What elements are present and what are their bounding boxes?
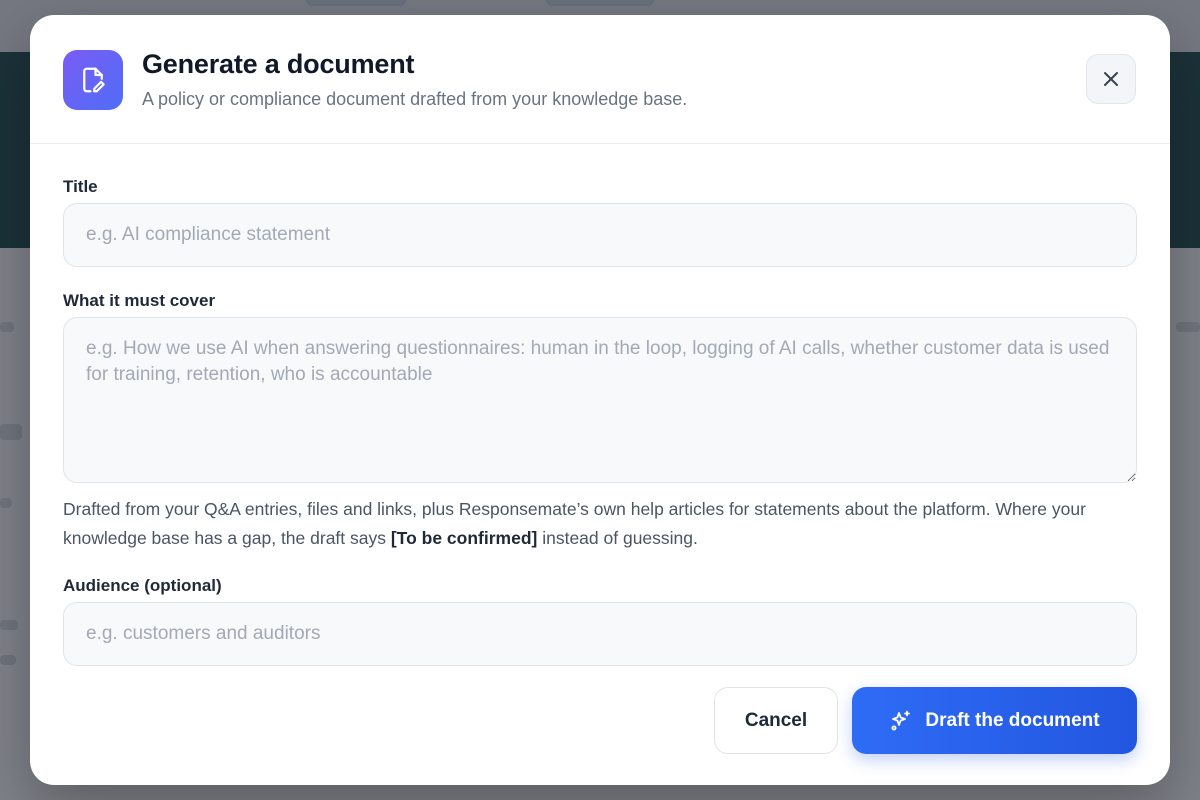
dialog-subtitle: A policy or compliance document drafted … xyxy=(142,89,688,109)
close-button[interactable] xyxy=(1086,54,1136,104)
cancel-button[interactable]: Cancel xyxy=(714,687,838,754)
audience-label: Audience (optional) xyxy=(63,576,222,595)
title-label: Title xyxy=(63,177,98,196)
cover-textarea[interactable] xyxy=(63,317,1137,483)
title-input[interactable] xyxy=(63,203,1137,267)
audience-input[interactable] xyxy=(63,602,1137,666)
generate-document-dialog: Generate a document A policy or complian… xyxy=(30,15,1170,785)
help-text-outro: instead of guessing. xyxy=(537,528,698,548)
draft-document-button[interactable]: Draft the document xyxy=(852,687,1137,754)
to-be-confirmed-marker: [To be confirmed] xyxy=(390,528,538,548)
dialog-header: Generate a document A policy or complian… xyxy=(30,15,1170,144)
document-edit-icon xyxy=(63,50,123,110)
dialog-title: Generate a document xyxy=(142,49,415,79)
draft-document-label: Draft the document xyxy=(925,709,1100,731)
close-icon xyxy=(1104,72,1118,86)
cover-label: What it must cover xyxy=(63,291,216,310)
help-text: Drafted from your Q&A entries, files and… xyxy=(63,495,1141,553)
sparkles-icon xyxy=(891,710,911,730)
